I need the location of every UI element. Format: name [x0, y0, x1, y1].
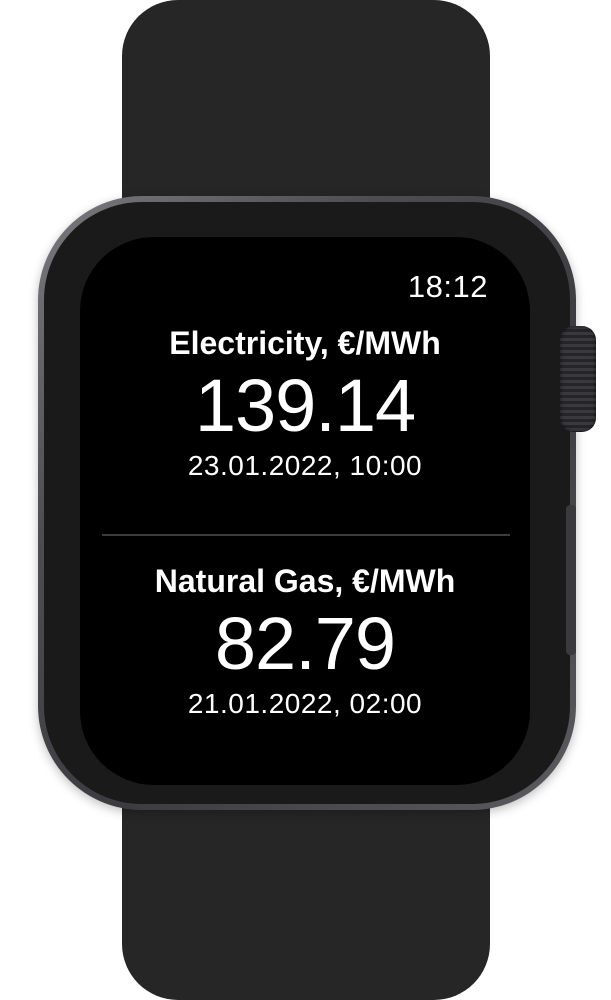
electricity-timestamp: 23.01.2022, 10:00: [187, 450, 423, 481]
electricity-price: 139.14: [194, 364, 416, 447]
natural-gas-card[interactable]: Natural Gas, €/MWh 82.79 21.01.2022, 02:…: [80, 561, 530, 721]
divider: [102, 534, 510, 536]
electricity-card[interactable]: Electricity, €/MWh 139.14 23.01.2022, 10…: [80, 323, 530, 483]
electricity-label: Electricity, €/MWh: [169, 325, 441, 361]
natural-gas-price: 82.79: [214, 602, 396, 685]
digital-crown[interactable]: [560, 326, 596, 432]
natural-gas-timestamp: 21.01.2022, 02:00: [187, 688, 423, 719]
natural-gas-label: Natural Gas, €/MWh: [154, 563, 456, 599]
watch-screen: 18:12 Electricity, €/MWh 139.14 23.01.20…: [80, 237, 530, 785]
status-time: 18:12: [407, 269, 488, 304]
side-button[interactable]: [566, 505, 576, 655]
